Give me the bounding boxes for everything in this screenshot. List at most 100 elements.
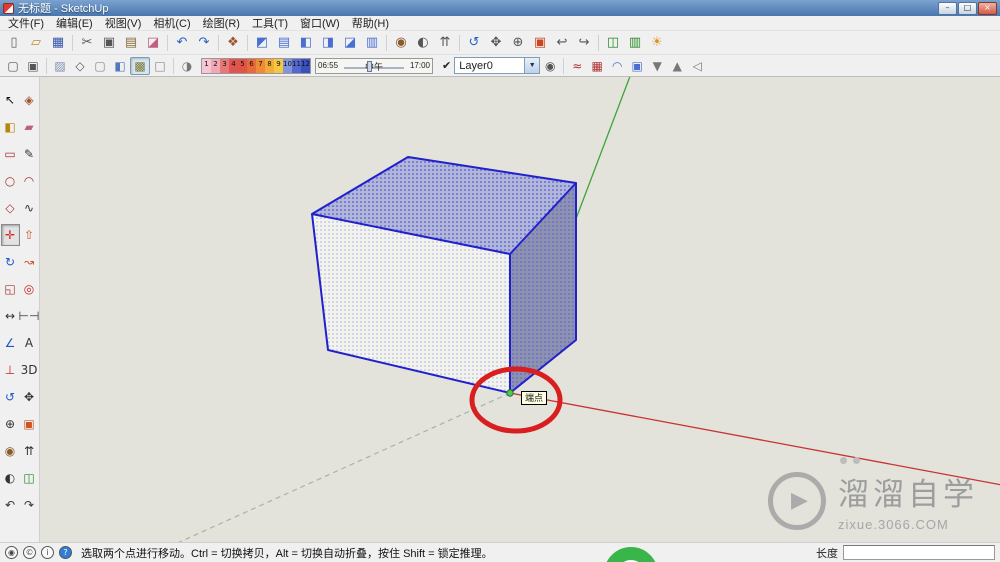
maximize-button[interactable]: □: [958, 1, 977, 15]
protractor-tool[interactable]: ∠: [1, 332, 20, 354]
drawing-canvas[interactable]: 端点 ▶ 溜溜自学 zixue.3066.COM: [40, 77, 1000, 542]
shadow-time-slider[interactable]: 06:55 中午 17:00: [315, 57, 433, 74]
close-button[interactable]: ×: [978, 1, 997, 15]
left-view-button[interactable]: ▥: [361, 33, 383, 53]
scale-tool[interactable]: ◱: [1, 278, 20, 300]
paint-bucket-tool[interactable]: ◧: [1, 116, 20, 138]
save-button[interactable]: ▦: [47, 33, 69, 53]
back-view-button[interactable]: ◪: [339, 33, 361, 53]
sandbox-from-contours-button[interactable]: ≈: [567, 57, 587, 75]
menu-tools[interactable]: 工具(T): [246, 16, 294, 30]
look-around-button[interactable]: ◐: [412, 33, 434, 53]
flip-edge-button[interactable]: ◁: [687, 57, 707, 75]
textured-mode-button[interactable]: ▩: [130, 56, 150, 75]
zoom-tool[interactable]: ⊕: [1, 413, 20, 435]
display-edges-button[interactable]: ▢: [3, 57, 23, 75]
look-around-tool[interactable]: ◐: [1, 467, 20, 489]
push-pull-tool[interactable]: ⇧: [20, 224, 39, 246]
selected-cube[interactable]: [311, 156, 577, 394]
menu-window[interactable]: 窗口(W): [294, 16, 346, 30]
menu-file[interactable]: 文件(F): [2, 16, 50, 30]
section-plane-button[interactable]: ◫: [602, 33, 624, 53]
section-cuts-button[interactable]: ▥: [624, 33, 646, 53]
measurement-input[interactable]: [843, 545, 995, 560]
wireframe-mode-button[interactable]: ◇: [70, 57, 90, 75]
walk-button[interactable]: ⇈: [434, 33, 456, 53]
display-profiles-button[interactable]: ▣: [23, 57, 43, 75]
follow-me-tool[interactable]: ↝: [20, 251, 39, 273]
offset-tool[interactable]: ◎: [20, 278, 39, 300]
make-component-tool[interactable]: ◈: [20, 89, 39, 111]
freehand-tool[interactable]: ∿: [20, 197, 39, 219]
axes-tool[interactable]: ⊥: [1, 359, 20, 381]
stamp-button[interactable]: ▣: [627, 57, 647, 75]
previous-view-tool[interactable]: ↶: [1, 494, 20, 516]
pan-tool[interactable]: ✥: [20, 386, 39, 408]
zoom-button[interactable]: ⊕: [507, 33, 529, 53]
eraser-tool[interactable]: ▰: [20, 116, 39, 138]
front-view-button[interactable]: ◧: [295, 33, 317, 53]
shaded-mode-button[interactable]: ◧: [110, 57, 130, 75]
rotate-tool[interactable]: ↻: [1, 251, 20, 273]
menu-help[interactable]: 帮助(H): [346, 16, 395, 30]
section-plane-tool[interactable]: ◫: [20, 467, 39, 489]
layer-dropdown[interactable]: Layer0 ▼: [454, 57, 541, 74]
new-button[interactable]: ▯: [3, 33, 25, 53]
menu-edit[interactable]: 编辑(E): [50, 16, 99, 30]
paste-button[interactable]: ▤: [120, 33, 142, 53]
next-view-button[interactable]: ↪: [573, 33, 595, 53]
shadows-button[interactable]: ☀: [646, 33, 668, 53]
iso-view-button[interactable]: ◩: [251, 33, 273, 53]
previous-view-button[interactable]: ↩: [551, 33, 573, 53]
text-tool[interactable]: A: [20, 332, 39, 354]
top-view-button[interactable]: ▤: [273, 33, 295, 53]
walk-tool[interactable]: ⇈: [20, 440, 39, 462]
circle-tool[interactable]: ○: [1, 170, 20, 192]
position-camera-tool[interactable]: ◉: [1, 440, 20, 462]
model-info-icon[interactable]: i: [41, 546, 54, 559]
copy-button[interactable]: ▣: [98, 33, 120, 53]
make-component-button[interactable]: ❖: [222, 33, 244, 53]
orbit-button[interactable]: ↺: [463, 33, 485, 53]
move-tool[interactable]: ✛: [0, 224, 20, 246]
redo-button[interactable]: ↷: [193, 33, 215, 53]
open-button[interactable]: ▱: [25, 33, 47, 53]
xray-mode-button[interactable]: ▨: [50, 57, 70, 75]
line-tool[interactable]: ✎: [20, 143, 39, 165]
zoom-extents-button[interactable]: ▣: [529, 33, 551, 53]
right-view-button[interactable]: ◨: [317, 33, 339, 53]
arc-tool[interactable]: ◠: [20, 170, 39, 192]
help-icon[interactable]: ?: [59, 546, 72, 559]
minimize-button[interactable]: –: [938, 1, 957, 15]
position-camera-button[interactable]: ◉: [390, 33, 412, 53]
undo-button[interactable]: ↶: [171, 33, 193, 53]
credits-icon[interactable]: ©: [23, 546, 36, 559]
next-view-tool[interactable]: ↷: [20, 494, 39, 516]
cut-button[interactable]: ✂: [76, 33, 98, 53]
time-slider-thumb[interactable]: [367, 60, 373, 72]
hidden-line-mode-button[interactable]: ▢: [90, 57, 110, 75]
drape-button[interactable]: ▼: [647, 57, 667, 75]
erase-button[interactable]: ◪: [142, 33, 164, 53]
dropdown-arrow-icon[interactable]: ▼: [524, 58, 540, 73]
polygon-tool[interactable]: ◇: [1, 197, 20, 219]
sandbox-from-scratch-button[interactable]: ▦: [587, 57, 607, 75]
add-detail-button[interactable]: ▲: [667, 57, 687, 75]
menu-camera[interactable]: 相机(C): [147, 16, 196, 30]
pan-button[interactable]: ✥: [485, 33, 507, 53]
orbit-tool[interactable]: ↺: [1, 386, 20, 408]
smoove-button[interactable]: ◠: [607, 57, 627, 75]
3d-text-tool[interactable]: 3D: [20, 359, 39, 381]
rectangle-tool[interactable]: ▭: [1, 143, 20, 165]
menu-draw[interactable]: 绘图(R): [197, 16, 246, 30]
zoom-extents-tool[interactable]: ▣: [20, 413, 39, 435]
monochrome-mode-button[interactable]: □: [150, 57, 170, 75]
layer-manager-button[interactable]: ◉: [540, 57, 560, 75]
geolocation-icon[interactable]: ◉: [5, 546, 18, 559]
dimension-tool[interactable]: ⊢⊣: [19, 305, 40, 327]
shadow-toggle-button[interactable]: ◑: [177, 57, 197, 75]
shadow-month-slider[interactable]: 1 2 3 4 5 6 7 8 9 10 11 12: [201, 57, 311, 74]
menu-view[interactable]: 视图(V): [99, 16, 148, 30]
tape-measure-tool[interactable]: ↔: [1, 305, 20, 327]
select-tool[interactable]: ↖: [1, 89, 20, 111]
